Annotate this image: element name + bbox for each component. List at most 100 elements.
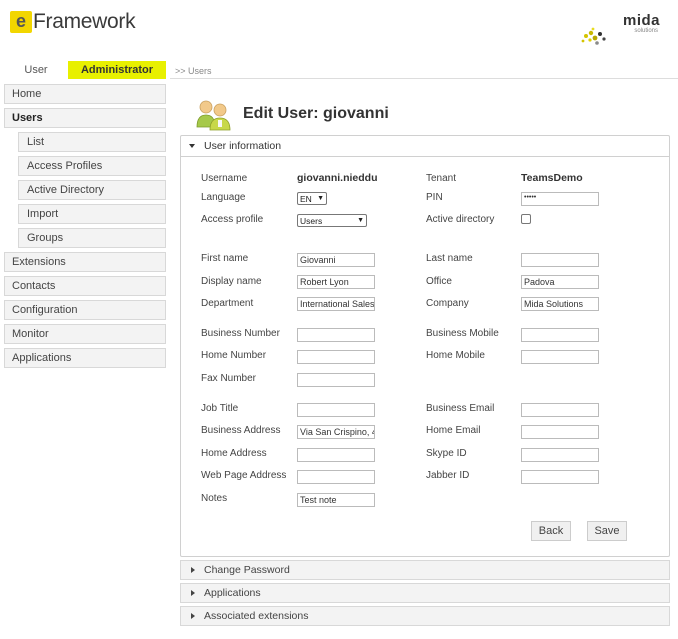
role-tabs: User Administrator (4, 61, 166, 79)
label-last-name: Last name (426, 253, 473, 264)
label-active-directory: Active directory (426, 214, 495, 225)
back-button[interactable]: Back (531, 521, 571, 541)
expand-triangle-icon (191, 613, 195, 619)
label-jabber-id: Jabber ID (426, 470, 470, 481)
label-business-number: Business Number (201, 328, 280, 339)
mida-name: mida (622, 12, 660, 29)
sidebar-item-extensions[interactable]: Extensions (4, 252, 166, 272)
value-tenant: TeamsDemo (521, 172, 583, 184)
label-first-name: First name (201, 253, 249, 264)
label-business-mobile: Business Mobile (426, 328, 499, 339)
sidebar: Home Users List Access Profiles Active D… (4, 84, 166, 372)
display-name-field[interactable]: Robert Lyon (297, 275, 375, 289)
users-icon (196, 100, 231, 131)
home-email-field[interactable] (521, 425, 599, 439)
value-username: giovanni.nieddu (297, 172, 378, 184)
label-company: Company (426, 298, 469, 309)
business-number-field[interactable] (297, 328, 375, 342)
language-select-value: EN (300, 193, 312, 204)
logo-text: Framework (33, 10, 136, 33)
label-business-address: Business Address (201, 425, 281, 436)
label-web-page-address: Web Page Address (201, 470, 287, 481)
access-profile-value: Users (300, 215, 323, 226)
page-title: Edit User: giovanni (243, 105, 389, 122)
sidebar-item-import[interactable]: Import (18, 204, 166, 224)
label-business-email: Business Email (426, 403, 495, 414)
eframework-logo: e Framework (10, 10, 136, 34)
chevron-down-icon: ▼ (317, 195, 324, 202)
label-username: Username (201, 173, 248, 184)
last-name-field[interactable] (521, 253, 599, 267)
change-password-title: Change Password (204, 564, 290, 576)
mida-logo: mida solutions (580, 12, 660, 52)
logo-e-mark: e (10, 11, 32, 33)
label-home-email: Home Email (426, 425, 481, 436)
associated-extensions-title: Associated extensions (204, 610, 309, 622)
first-name-field[interactable]: Giovanni (297, 253, 375, 267)
expand-triangle-icon (191, 590, 195, 596)
web-page-address-field[interactable] (297, 470, 375, 484)
home-address-field[interactable] (297, 448, 375, 462)
sidebar-item-monitor[interactable]: Monitor (4, 324, 166, 344)
label-fax-number: Fax Number (201, 373, 257, 384)
sidebar-item-applications[interactable]: Applications (4, 348, 166, 368)
office-field[interactable]: Padova (521, 275, 599, 289)
access-profile-select[interactable]: Users ▼ (297, 214, 367, 227)
sidebar-item-users[interactable]: Users (4, 108, 166, 128)
label-display-name: Display name (201, 276, 262, 287)
sidebar-item-configuration[interactable]: Configuration (4, 300, 166, 320)
label-office: Office (426, 276, 452, 287)
associated-extensions-section[interactable]: Associated extensions (180, 606, 670, 626)
mida-dots-icon (581, 27, 606, 45)
expand-triangle-icon (191, 567, 195, 573)
sidebar-item-contacts[interactable]: Contacts (4, 276, 166, 296)
page-title-area: Edit User: giovanni (193, 97, 389, 131)
label-pin: PIN (426, 192, 443, 203)
job-title-field[interactable] (297, 403, 375, 417)
fax-number-field[interactable] (297, 373, 375, 387)
tab-user[interactable]: User (4, 61, 68, 79)
jabber-id-field[interactable] (521, 470, 599, 484)
chevron-down-icon: ▼ (357, 217, 364, 224)
breadcrumb: >> Users (175, 66, 212, 76)
applications-title: Applications (204, 587, 261, 599)
label-home-number: Home Number (201, 350, 267, 361)
mida-sub: solutions (634, 28, 658, 34)
sidebar-item-active-directory[interactable]: Active Directory (18, 180, 166, 200)
label-notes: Notes (201, 493, 228, 504)
header: e Framework mida solutions (0, 0, 678, 60)
business-address-field[interactable]: Via San Crispino, 4 (297, 425, 375, 439)
collapse-triangle-icon (189, 144, 195, 148)
active-directory-checkbox[interactable] (521, 214, 531, 224)
header-divider (170, 78, 678, 79)
label-department: Department (201, 298, 254, 309)
save-button[interactable]: Save (587, 521, 627, 541)
company-field[interactable]: Mida Solutions (521, 297, 599, 311)
label-home-address: Home Address (201, 448, 267, 459)
user-information-title: User information (204, 140, 282, 152)
notes-field[interactable]: Test note (297, 493, 375, 507)
label-tenant: Tenant (426, 173, 457, 184)
business-email-field[interactable] (521, 403, 599, 417)
change-password-section[interactable]: Change Password (180, 560, 670, 580)
sidebar-item-access-profiles[interactable]: Access Profiles (18, 156, 166, 176)
label-home-mobile: Home Mobile (426, 350, 485, 361)
label-skype-id: Skype ID (426, 448, 467, 459)
department-field[interactable]: International Sales (297, 297, 375, 311)
tab-administrator[interactable]: Administrator (68, 61, 166, 79)
sidebar-item-home[interactable]: Home (4, 84, 166, 104)
user-information-panel: User information Username giovanni.niedd… (180, 135, 670, 557)
user-information-header[interactable]: User information (181, 136, 669, 157)
home-number-field[interactable] (297, 350, 375, 364)
language-select[interactable]: EN ▼ (297, 192, 327, 205)
sidebar-item-groups[interactable]: Groups (18, 228, 166, 248)
business-mobile-field[interactable] (521, 328, 599, 342)
applications-section[interactable]: Applications (180, 583, 670, 603)
home-mobile-field[interactable] (521, 350, 599, 364)
label-access-profile: Access profile (201, 214, 264, 225)
pin-field[interactable]: ••••• (521, 192, 599, 206)
sidebar-item-list[interactable]: List (18, 132, 166, 152)
label-language: Language (201, 192, 246, 203)
skype-id-field[interactable] (521, 448, 599, 462)
label-job-title: Job Title (201, 403, 239, 414)
